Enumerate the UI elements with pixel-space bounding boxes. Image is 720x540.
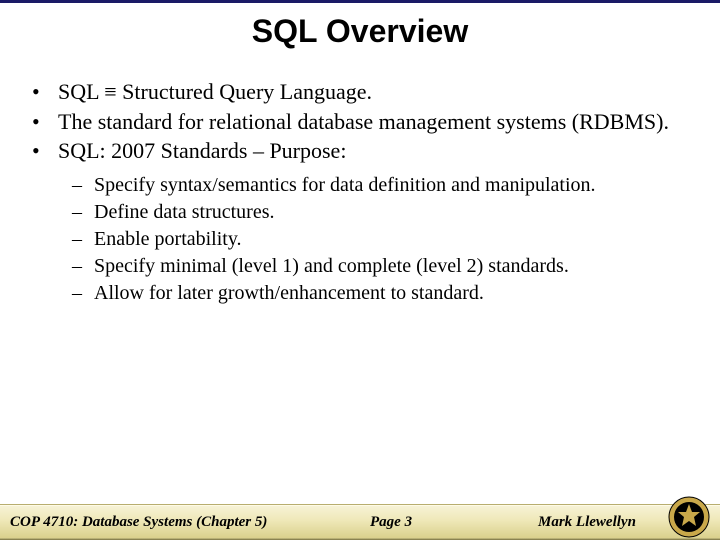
slide-content: SQL ≡ Structured Query Language. The sta…: [0, 78, 720, 306]
sub-bullet-list: Specify syntax/semantics for data defini…: [58, 173, 692, 306]
sub-bullet-item: Define data structures.: [94, 200, 692, 225]
footer-author: Mark Llewellyn: [538, 504, 636, 540]
footer-page: Page 3: [370, 504, 412, 540]
bullet-list: SQL ≡ Structured Query Language. The sta…: [28, 78, 692, 306]
ucf-logo-icon: [668, 496, 710, 538]
top-rule: [0, 0, 720, 3]
footer: COP 4710: Database Systems (Chapter 5) P…: [0, 496, 720, 540]
footer-course: COP 4710: Database Systems (Chapter 5): [10, 504, 267, 540]
bullet-text: SQL: 2007 Standards – Purpose:: [58, 138, 346, 163]
sub-bullet-item: Enable portability.: [94, 227, 692, 252]
sub-bullet-item: Specify minimal (level 1) and complete (…: [94, 254, 692, 279]
sub-bullet-item: Specify syntax/semantics for data defini…: [94, 173, 692, 198]
sub-bullet-item: Allow for later growth/enhancement to st…: [94, 281, 692, 306]
bullet-item: The standard for relational database man…: [58, 108, 692, 136]
bullet-item: SQL: 2007 Standards – Purpose: Specify s…: [58, 137, 692, 306]
slide-title: SQL Overview: [0, 13, 720, 50]
bullet-item: SQL ≡ Structured Query Language.: [58, 78, 692, 106]
